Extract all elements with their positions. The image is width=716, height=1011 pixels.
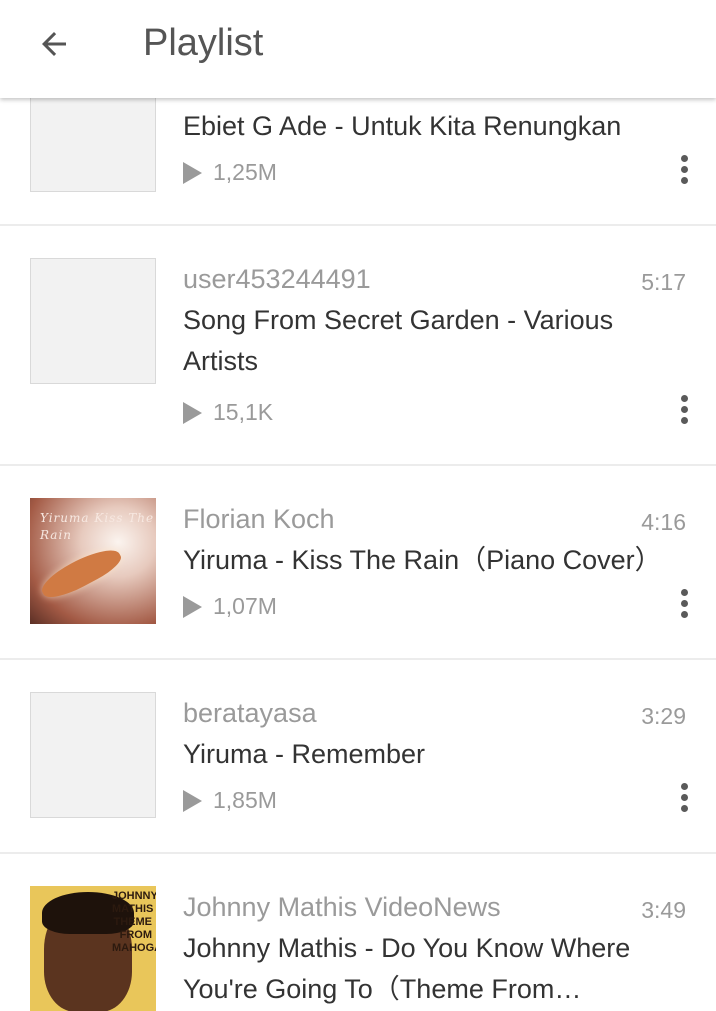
- artwork-text: JOHNNY MATHIS THEME FROM MAHOGANY: [112, 890, 156, 954]
- track-title: Johnny Mathis - Do You Know Where You're…: [183, 933, 631, 1004]
- play-icon: [183, 596, 202, 618]
- more-vert-icon: [681, 783, 688, 790]
- artwork-text: Yiruma Kiss The Rain: [40, 511, 155, 542]
- play-count-value: 1,85M: [213, 787, 277, 813]
- play-count-value: 15,1K: [213, 399, 274, 425]
- track-artwork-placeholder: [30, 258, 156, 384]
- playlist-track-list: Ebiet G Ade - Untuk Kita Renungkan 1,25M…: [0, 0, 716, 1011]
- track-uploader: Johnny Mathis VideoNews: [183, 892, 501, 922]
- track-title: Song From Secret Garden - Various Artist…: [183, 305, 614, 376]
- track-item[interactable]: JOHNNY MATHIS THEME FROM MAHOGANY Johnny…: [0, 854, 716, 1011]
- app-bar: Playlist: [0, 0, 716, 98]
- back-button[interactable]: [22, 18, 86, 70]
- track-artwork-placeholder: [30, 692, 156, 818]
- track-item[interactable]: Yiruma Kiss The Rain Florian Koch 4:16 Y…: [0, 466, 716, 658]
- track-item[interactable]: beratayasa 3:29 Yiruma - Remember 1,85M: [0, 660, 716, 852]
- more-options-button[interactable]: [666, 388, 702, 432]
- track-uploader: beratayasa: [183, 698, 317, 728]
- track-title: Yiruma - Remember: [183, 739, 426, 769]
- track-item[interactable]: user453244491 5:17 Song From Secret Gard…: [0, 226, 716, 464]
- track-title: Ebiet G Ade - Untuk Kita Renungkan: [183, 111, 622, 141]
- play-count-value: 1,07M: [213, 593, 277, 619]
- track-duration: 4:16: [641, 509, 686, 535]
- track-duration: 3:29: [641, 703, 686, 729]
- arrow-left-icon: [42, 32, 66, 56]
- track-uploader: Florian Koch: [183, 504, 335, 534]
- page-title: Playlist: [143, 22, 264, 64]
- track-title: Yiruma - Kiss The Rain（Piano Cover）: [183, 545, 662, 575]
- play-icon: [183, 162, 202, 184]
- play-icon: [183, 790, 202, 812]
- track-duration: 5:17: [641, 269, 686, 295]
- more-options-button[interactable]: [666, 776, 702, 820]
- more-options-button[interactable]: [666, 582, 702, 626]
- play-count-value: 1,25M: [213, 159, 277, 185]
- track-uploader: user453244491: [183, 264, 371, 294]
- track-duration: 3:49: [641, 897, 686, 923]
- track-artwork: Yiruma Kiss The Rain: [30, 498, 156, 624]
- more-vert-icon: [681, 155, 688, 162]
- more-vert-icon: [681, 395, 688, 402]
- more-vert-icon: [681, 589, 688, 596]
- play-icon: [183, 402, 202, 424]
- more-options-button[interactable]: [666, 148, 702, 192]
- track-artwork: JOHNNY MATHIS THEME FROM MAHOGANY: [30, 886, 156, 1011]
- artwork-hand-shape: [36, 541, 126, 605]
